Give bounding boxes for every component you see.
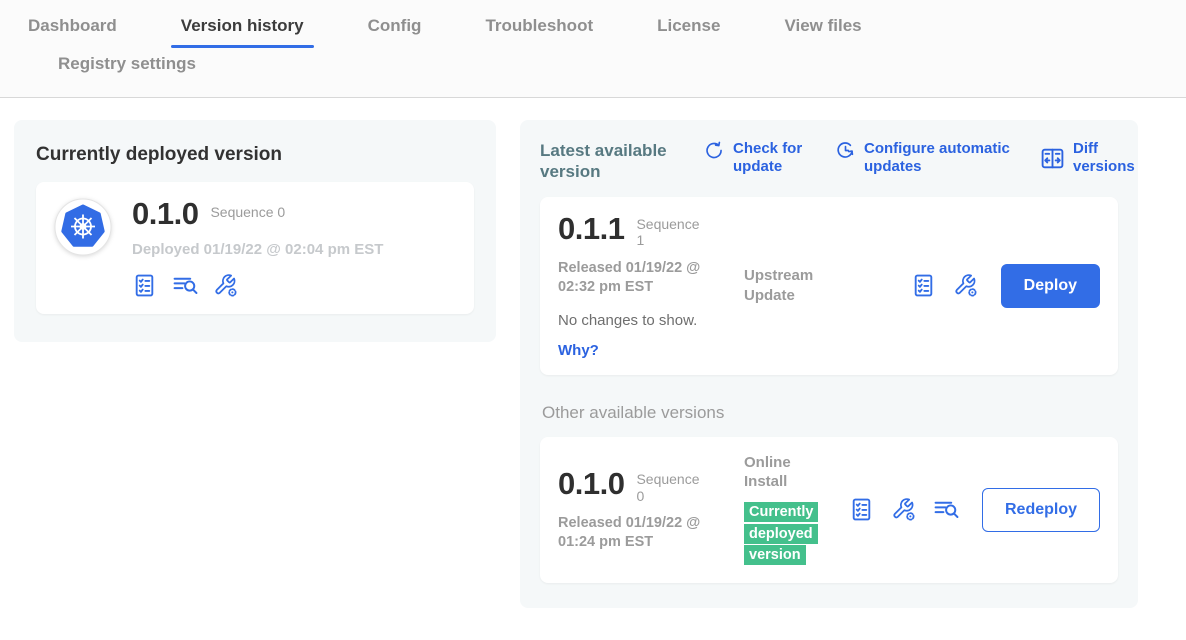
checklist-icon[interactable]: [132, 273, 157, 298]
configure-automatic-updates-link[interactable]: Configure automatic updates: [835, 140, 1016, 176]
deployed-version-info: 0.1.0 Sequence 0 Deployed 01/19/22 @ 02:…: [132, 198, 383, 298]
tab-config[interactable]: Config: [358, 13, 432, 48]
other-version-card: 0.1.0 Sequence 0 Released 01/19/22 @ 01:…: [540, 437, 1118, 583]
tab-registry-settings[interactable]: Registry settings: [48, 51, 206, 86]
deployed-timestamp: Deployed 01/19/22 @ 02:04 pm EST: [132, 241, 383, 258]
text-search-icon[interactable]: [933, 497, 959, 522]
check-for-update-link[interactable]: Check for update: [704, 140, 811, 176]
currently-deployed-title: Currently deployed version: [36, 144, 474, 166]
wrench-gear-icon[interactable]: [213, 273, 238, 298]
deployed-action-icons: [132, 273, 383, 298]
checklist-icon[interactable]: [911, 273, 936, 298]
wrench-gear-icon[interactable]: [953, 273, 978, 298]
checklist-icon[interactable]: [849, 497, 874, 522]
deployed-sequence-label: Sequence 0: [210, 198, 285, 221]
why-link[interactable]: Why?: [558, 342, 744, 359]
tab-troubleshoot[interactable]: Troubleshoot: [475, 13, 603, 48]
top-nav: Dashboard Version history Config Trouble…: [0, 0, 1186, 98]
redeploy-button[interactable]: Redeploy: [982, 488, 1100, 532]
deployed-version-number: 0.1.0: [132, 198, 198, 229]
tab-version-history[interactable]: Version history: [171, 13, 314, 48]
scheduled-update-icon: [835, 140, 856, 161]
configure-automatic-updates-label: Configure automatic updates: [864, 140, 1016, 176]
diff-versions-label: Diff versions: [1073, 140, 1135, 176]
latest-version-actions: Deploy: [911, 213, 1100, 359]
other-version-number: 0.1.0: [558, 468, 624, 499]
no-changes-text: No changes to show.: [558, 312, 744, 329]
currently-deployed-badge: Currently deployed version: [744, 502, 818, 566]
latest-version-card: 0.1.1 Sequence 1 Released 01/19/22 @ 02:…: [540, 197, 1118, 375]
other-available-versions-title: Other available versions: [542, 403, 1118, 423]
other-source-label: Online Install: [744, 453, 836, 492]
available-versions-header: Latest available version Check for updat…: [540, 140, 1118, 183]
nav-row-1: Dashboard Version history Config Trouble…: [18, 13, 1186, 48]
other-sequence-label: Sequence 0: [636, 468, 706, 505]
other-version-info: 0.1.0 Sequence 0 Released 01/19/22 @ 01:…: [558, 468, 744, 552]
diff-versions-link[interactable]: Diff versions: [1040, 140, 1135, 176]
deploy-button[interactable]: Deploy: [1001, 264, 1100, 308]
text-search-icon[interactable]: [172, 273, 198, 298]
diff-icon: [1040, 146, 1065, 171]
tab-dashboard[interactable]: Dashboard: [18, 13, 127, 48]
currently-deployed-badge-wrap: Currently deployed version: [744, 502, 836, 567]
deployed-version-card: 0.1.0 Sequence 0 Deployed 01/19/22 @ 02:…: [36, 182, 474, 314]
latest-sequence-label: Sequence 1: [636, 213, 706, 250]
refresh-icon: [704, 140, 725, 161]
other-version-actions: Redeploy: [849, 488, 1100, 532]
kubernetes-logo: [54, 198, 112, 256]
latest-version-info: 0.1.1 Sequence 1 Released 01/19/22 @ 02:…: [558, 213, 744, 359]
latest-available-title: Latest available version: [540, 140, 680, 183]
latest-version-number: 0.1.1: [558, 213, 624, 244]
tab-license[interactable]: License: [647, 13, 730, 48]
latest-source-label: Upstream Update: [744, 266, 836, 305]
latest-released-timestamp: Released 01/19/22 @ 02:32 pm EST: [558, 259, 720, 297]
currently-deployed-panel: Currently deployed version 0.1.0 Sequenc…: [14, 120, 496, 342]
nav-row-2: Registry settings: [18, 51, 1186, 86]
tab-view-files[interactable]: View files: [774, 13, 871, 48]
available-versions-panel: Latest available version Check for updat…: [520, 120, 1138, 608]
other-released-timestamp: Released 01/19/22 @ 01:24 pm EST: [558, 514, 720, 552]
wrench-gear-icon[interactable]: [891, 497, 916, 522]
check-for-update-label: Check for update: [733, 140, 811, 176]
other-source-column: Online Install Currently deployed versio…: [744, 453, 836, 567]
